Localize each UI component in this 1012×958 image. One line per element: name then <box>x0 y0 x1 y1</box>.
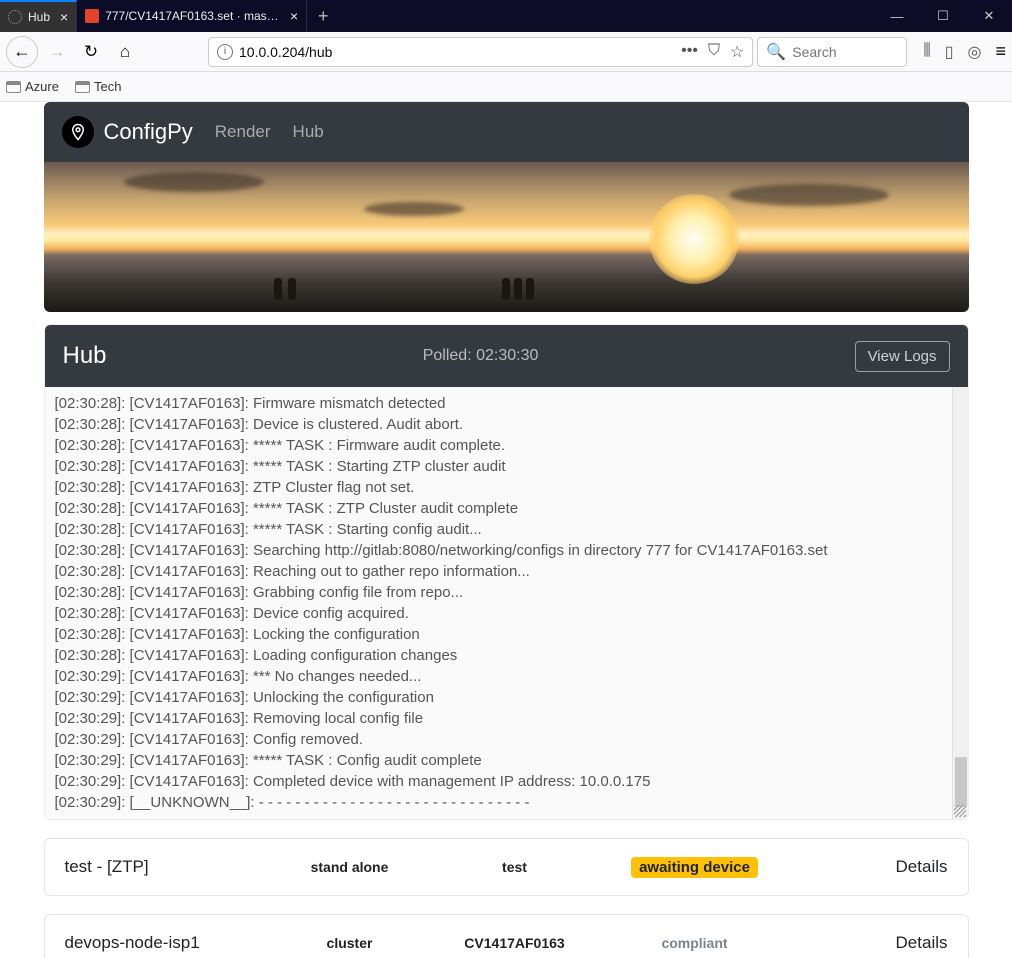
site-info-icon[interactable]: i <box>217 44 233 60</box>
details-link[interactable]: Details <box>896 857 948 877</box>
polled-label: Polled: 02:30:30 <box>107 347 855 365</box>
tab-hub[interactable]: Hub × <box>0 0 77 32</box>
log-line: [02:30:29]: [CV1417AF0163]: Config remov… <box>55 729 958 750</box>
log-line: [02:30:28]: [CV1417AF0163]: ***** TASK :… <box>55 435 958 456</box>
log-body[interactable]: [02:30:28]: [CV1417AF0163]: Firmware mis… <box>45 387 968 819</box>
bookmark-label: Azure <box>25 79 59 94</box>
search-icon: 🔍 <box>766 42 786 62</box>
bookmarks-bar: Azure Tech <box>0 72 1012 102</box>
resize-grip[interactable] <box>954 805 966 817</box>
tab-favicon <box>8 10 22 24</box>
status-badge: compliant <box>661 935 727 951</box>
brand-label: ConfigPy <box>104 119 193 145</box>
log-line: [02:30:29]: [__UNKNOWN__]: - - - - - - -… <box>55 792 958 813</box>
tab-label: 777/CV1417AF0163.set · master <box>105 9 280 23</box>
reader-icon[interactable]: ••• <box>681 42 698 62</box>
device-status: compliant <box>605 935 785 951</box>
hub-card: Hub Polled: 02:30:30 View Logs [02:30:28… <box>44 324 969 820</box>
sidebar-icon[interactable]: ▯ <box>945 42 954 62</box>
log-line: [02:30:28]: [CV1417AF0163]: ZTP Cluster … <box>55 477 958 498</box>
device-name: devops-node-isp1 <box>65 933 275 953</box>
app-brand[interactable]: ConfigPy <box>62 116 193 148</box>
log-line: [02:30:28]: [CV1417AF0163]: ***** TASK :… <box>55 498 958 519</box>
nav-hub[interactable]: Hub <box>293 122 324 142</box>
log-line: [02:30:28]: [CV1417AF0163]: Grabbing con… <box>55 582 958 603</box>
url-bar[interactable]: i 10.0.0.204/hub ••• ⛉ ☆ <box>208 37 753 67</box>
device-status: awaiting device <box>605 857 785 878</box>
device-name: test - [ZTP] <box>65 857 275 877</box>
device-card: test - [ZTP]stand alonetest awaiting devi… <box>44 838 969 896</box>
forward-button[interactable]: → <box>42 37 72 67</box>
log-line: [02:30:28]: [CV1417AF0163]: ***** TASK :… <box>55 456 958 477</box>
device-serial: test <box>425 859 605 875</box>
gitlab-icon <box>85 9 99 23</box>
app-navbar: ConfigPy Render Hub <box>44 102 969 162</box>
window-maximize-icon[interactable]: ☐ <box>920 0 966 32</box>
log-line: [02:30:29]: [CV1417AF0163]: Removing loc… <box>55 708 958 729</box>
browser-toolbar: ← → ↻ ⌂ i 10.0.0.204/hub ••• ⛉ ☆ 🔍 ⫼ ▯ ◎… <box>0 32 1012 72</box>
log-line: [02:30:29]: [CV1417AF0163]: Completed de… <box>55 771 958 792</box>
tab-close-icon[interactable]: × <box>60 9 68 25</box>
window-minimize-icon[interactable]: — <box>874 0 920 32</box>
status-badge: awaiting device <box>631 857 758 878</box>
new-tab-button[interactable]: + <box>307 6 339 27</box>
star-icon[interactable]: ☆ <box>730 42 744 62</box>
folder-icon <box>75 81 90 93</box>
hub-title: Hub <box>63 342 107 370</box>
search-bar[interactable]: 🔍 <box>757 37 907 67</box>
pin-icon <box>62 116 94 148</box>
log-line: [02:30:28]: [CV1417AF0163]: Reaching out… <box>55 561 958 582</box>
view-logs-button[interactable]: View Logs <box>855 341 950 372</box>
page-content: ConfigPy Render Hub Hub Polled: 02:30:30… <box>0 102 1012 958</box>
menu-button[interactable]: ≡ <box>995 41 1006 62</box>
device-serial: CV1417AF0163 <box>425 935 605 951</box>
shield-icon[interactable]: ⛉ <box>708 42 720 62</box>
log-line: [02:30:28]: [CV1417AF0163]: ***** TASK :… <box>55 519 958 540</box>
details-link[interactable]: Details <box>896 933 948 953</box>
device-type: cluster <box>275 935 425 951</box>
hero-image <box>44 162 969 312</box>
search-input[interactable] <box>792 44 898 60</box>
window-titlebar: Hub × 777/CV1417AF0163.set · master × + … <box>0 0 1012 32</box>
bookmark-tech[interactable]: Tech <box>75 79 121 94</box>
scrollbar[interactable] <box>952 387 968 819</box>
url-text: 10.0.0.204/hub <box>239 44 675 60</box>
window-close-icon[interactable]: ✕ <box>966 0 1012 32</box>
nav-render[interactable]: Render <box>215 122 271 142</box>
log-line: [02:30:28]: [CV1417AF0163]: Loading conf… <box>55 645 958 666</box>
back-button[interactable]: ← <box>6 36 38 68</box>
reload-button[interactable]: ↻ <box>76 37 106 67</box>
scroll-thumb[interactable] <box>955 757 967 807</box>
account-icon[interactable]: ◎ <box>968 42 982 62</box>
log-line: [02:30:29]: [CV1417AF0163]: *** No chang… <box>55 666 958 687</box>
bookmark-azure[interactable]: Azure <box>6 79 59 94</box>
log-line: [02:30:28]: [CV1417AF0163]: Firmware mis… <box>55 393 958 414</box>
tab-close-icon[interactable]: × <box>290 8 298 24</box>
log-line: [02:30:28]: [CV1417AF0163]: Locking the … <box>55 624 958 645</box>
library-icon[interactable]: ⫼ <box>923 42 930 62</box>
home-button[interactable]: ⌂ <box>110 37 140 67</box>
folder-icon <box>6 81 21 93</box>
log-area: [02:30:28]: [CV1417AF0163]: Firmware mis… <box>45 387 968 819</box>
log-line: [02:30:28]: [CV1417AF0163]: Searching ht… <box>55 540 958 561</box>
hub-header: Hub Polled: 02:30:30 View Logs <box>45 325 968 387</box>
tab-label: Hub <box>28 10 50 24</box>
log-line: [02:30:28]: [CV1417AF0163]: Device confi… <box>55 603 958 624</box>
log-line: [02:30:28]: [CV1417AF0163]: Device is cl… <box>55 414 958 435</box>
device-type: stand alone <box>275 859 425 875</box>
log-line: [02:30:29]: [CV1417AF0163]: ***** TASK :… <box>55 750 958 771</box>
log-line: [02:30:29]: [CV1417AF0163]: Unlocking th… <box>55 687 958 708</box>
tab-gitlab[interactable]: 777/CV1417AF0163.set · master × <box>77 0 307 32</box>
bookmark-label: Tech <box>94 79 121 94</box>
device-card: devops-node-isp1clusterCV1417AF0163 compl… <box>44 914 969 958</box>
